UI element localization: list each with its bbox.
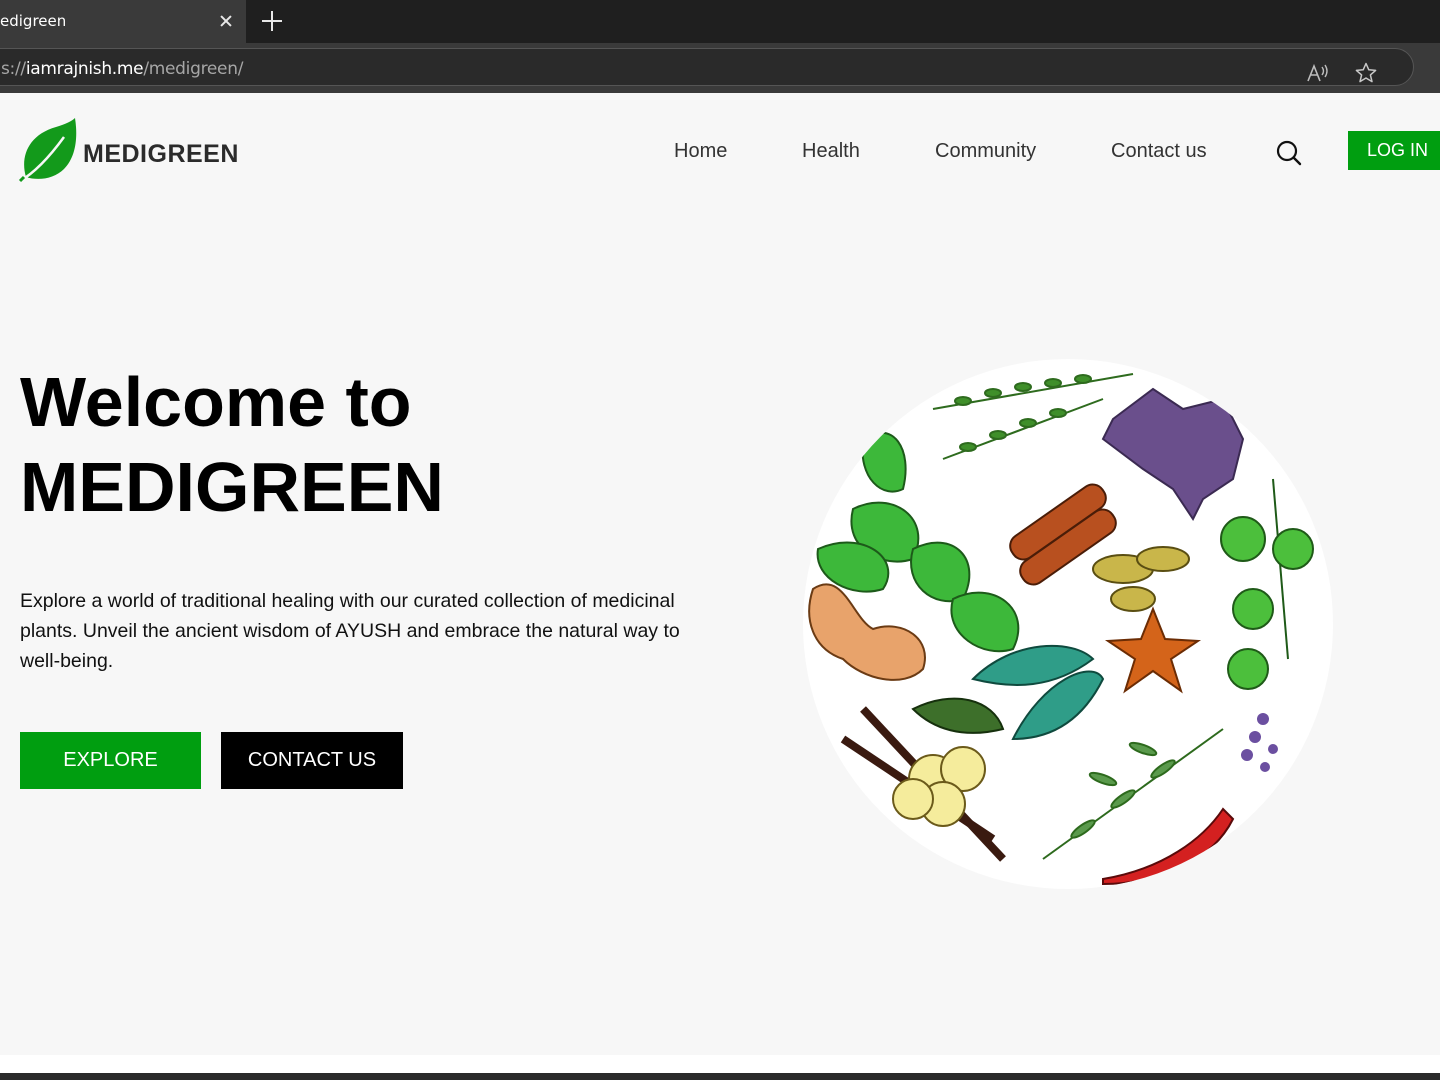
explore-button[interactable]: EXPLORE — [20, 732, 201, 789]
plus-icon[interactable] — [260, 9, 284, 33]
browser-tab[interactable]: edigreen — [0, 0, 246, 43]
tab-title: edigreen — [0, 12, 67, 30]
star-icon[interactable] — [1354, 61, 1378, 85]
logo-text[interactable]: MEDIGREEN — [83, 140, 239, 169]
read-aloud-icon[interactable] — [1306, 63, 1330, 83]
url-path: /medigreen/ — [143, 59, 244, 79]
hero-description: Explore a world of traditional healing w… — [20, 590, 680, 672]
browser-tab-bar: edigreen — [0, 0, 1440, 43]
search-icon[interactable] — [1275, 139, 1303, 167]
nav-home[interactable]: Home — [674, 140, 727, 163]
page-footer-strip — [0, 1055, 1440, 1073]
address-bar: s://iamrajnish.me/medigreen/ — [0, 43, 1440, 93]
url-host: iamrajnish.me — [25, 59, 144, 79]
nav-health[interactable]: Health — [802, 140, 860, 163]
leaf-logo-icon[interactable] — [18, 117, 78, 183]
window-bottom-edge — [0, 1073, 1440, 1080]
page-content: MEDIGREEN Home Health Community Contact … — [0, 93, 1440, 1055]
login-button[interactable]: LOG IN — [1348, 131, 1440, 170]
herbs-illustration-art — [808, 373, 1314, 886]
contact-us-button[interactable]: CONTACT US — [221, 732, 403, 789]
url-field[interactable]: s://iamrajnish.me/medigreen/ — [0, 48, 1414, 86]
hero-title: Welcome to MEDIGREEN — [20, 360, 444, 530]
hero-title-line1: Welcome to — [20, 363, 412, 441]
nav-community[interactable]: Community — [935, 140, 1036, 163]
nav-contact-us[interactable]: Contact us — [1111, 140, 1207, 163]
url-prefix: s:// — [1, 59, 26, 79]
herbs-illustration — [803, 359, 1333, 889]
close-icon[interactable] — [216, 11, 236, 31]
hero-title-line2: MEDIGREEN — [20, 448, 444, 526]
url-text: s://iamrajnish.me/medigreen/ — [1, 59, 243, 79]
